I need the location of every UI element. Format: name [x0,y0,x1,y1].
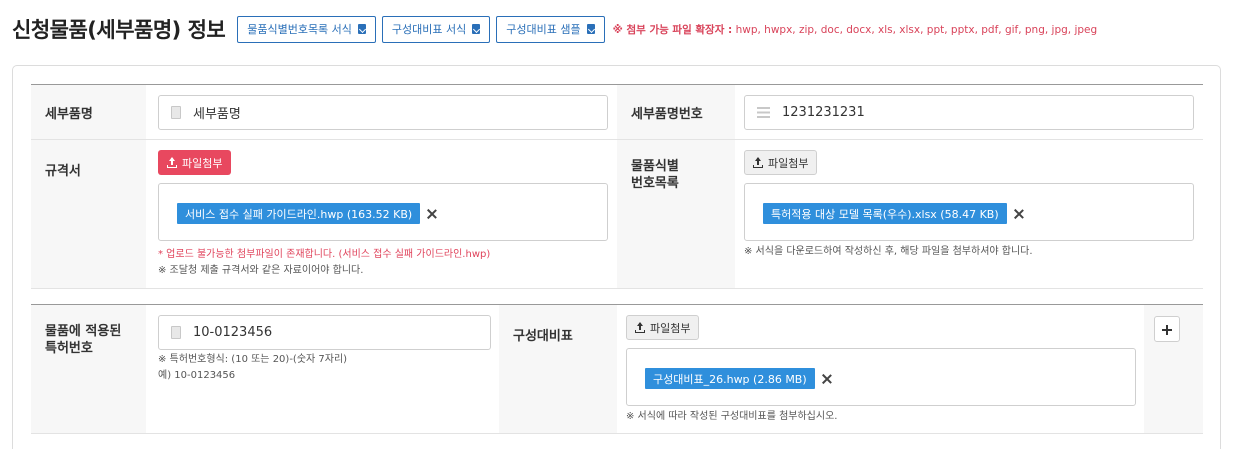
page-title: 신청물품(세부품명) 정보 [12,18,226,42]
file-download-icon [357,24,366,34]
document-icon [171,326,181,339]
group-top-rule [31,304,1203,305]
detail-no-input[interactable]: 1231231231 [744,95,1194,130]
section-header: 신청물품(세부품명) 정보 물품식별번호목록 서식 구성대비표 서식 구성대비표… [12,14,1097,44]
detail-name-value: 세부품명 [193,107,241,122]
detail-no-value: 1231231231 [782,105,865,120]
row-divider [31,288,1203,289]
patent-label-line1: 물품에 적용된 [45,324,122,339]
compare-attach-label: 파일첨부 [650,321,691,335]
upload-icon [753,156,763,168]
spec-attach-label: 파일첨부 [182,156,223,170]
compare-file-name[interactable]: 구성대비표_26.hwp (2.86 MB) [645,368,815,389]
patent-label-line2: 특허번호 [45,341,93,356]
compare-file-chip: 구성대비표_26.hwp (2.86 MB) [645,368,833,389]
detail-name-label: 세부품명 [31,85,146,139]
spec-file-list: 서비스 접수 실패 가이드라인.hwp (163.52 KB) [158,183,608,241]
download-idlist-template-button[interactable]: 물품식별번호목록 서식 [237,15,376,43]
download-compare-sample-label: 구성대비표 샘플 [506,23,581,36]
spec-file-chip: 서비스 접수 실패 가이드라인.hwp (163.52 KB) [177,203,438,224]
download-compare-template-label: 구성대비표 서식 [391,23,467,36]
compare-help-text: ※ 서식에 따라 작성된 구성대비표를 첨부하십시오. [626,411,838,422]
idlist-file-chip: 특허적용 대상 모델 목록(우수).xlsx (58.47 KB) [763,203,1025,224]
patent-number-value: 10-0123456 [193,325,273,340]
idlist-label-line2: 번호목록 [631,176,679,191]
form-panel: 세부품명 세부품명 세부품명번호 1231231231 규격서 파일첨부 서비스… [12,65,1221,449]
spec-label: 규격서 [31,140,146,288]
spec-error-message: * 업로드 불가능한 첨부파일이 존재합니다. (서비스 접수 실패 가이드라인… [158,249,491,260]
compare-label: 구성대비표 [499,305,617,433]
download-idlist-template-label: 물품식별번호목록 서식 [247,23,352,36]
download-compare-sample-button[interactable]: 구성대비표 샘플 [496,15,605,43]
allowed-extensions-notice: ※ 첨부 가능 파일 확장자 : hwp, hwpx, zip, doc, do… [613,22,1098,37]
idlist-attach-button[interactable]: 파일첨부 [744,150,818,175]
idlist-file-name[interactable]: 특허적용 대상 모델 목록(우수).xlsx (58.47 KB) [763,203,1007,224]
idlist-attach-label: 파일첨부 [768,156,809,170]
patent-format-help: ※ 특허번호형식: (10 또는 20)-(숫자 7자리) [158,354,348,365]
patent-number-input[interactable]: 10-0123456 [158,315,491,350]
spec-help-text: ※ 조달청 제출 규격서와 같은 자료이어야 합니다. [158,265,364,276]
allowed-extensions-label: ※ 첨부 가능 파일 확장자 : [612,23,733,36]
file-download-icon [472,24,481,34]
remove-file-icon[interactable] [1013,208,1025,220]
allowed-extensions-list: hwp, hwpx, zip, doc, docx, xls, xlsx, pp… [735,23,1098,36]
detail-name-input[interactable]: 세부품명 [158,95,608,130]
patent-example-help: 예) 10-0123456 [158,370,236,381]
remove-file-icon[interactable] [426,208,438,220]
list-icon [757,107,770,118]
upload-icon [167,156,177,168]
patent-label: 물품에 적용된 특허번호 [31,305,146,433]
file-download-icon [586,24,595,34]
idlist-label: 물품식별 번호목록 [617,140,735,288]
idlist-label-line1: 물품식별 [631,159,679,174]
add-row-button[interactable] [1154,316,1180,342]
idlist-file-list: 특허적용 대상 모델 목록(우수).xlsx (58.47 KB) [744,183,1194,241]
detail-no-label: 세부품명번호 [617,85,735,139]
upload-icon [635,321,645,333]
spec-file-name[interactable]: 서비스 접수 실패 가이드라인.hwp (163.52 KB) [177,203,421,224]
remove-file-icon[interactable] [821,373,833,385]
idlist-help-text: ※ 서식을 다운로드하여 작성하신 후, 해당 파일을 첨부하셔야 합니다. [744,246,1033,257]
document-icon [171,106,181,119]
compare-attach-button[interactable]: 파일첨부 [626,315,700,340]
download-compare-template-button[interactable]: 구성대비표 서식 [381,15,491,43]
row-divider [31,433,1203,434]
compare-file-list: 구성대비표_26.hwp (2.86 MB) [626,348,1136,406]
spec-attach-button[interactable]: 파일첨부 [158,150,232,175]
